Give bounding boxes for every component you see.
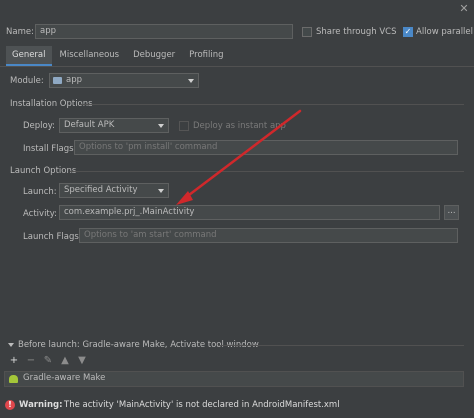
edit-task-button[interactable]: ✎ <box>42 355 54 367</box>
remove-task-button[interactable]: − <box>25 355 37 367</box>
before-launch-toolbar: + − ✎ ▲ ▼ <box>8 355 88 367</box>
collapse-arrow-icon[interactable] <box>8 343 14 347</box>
move-up-button[interactable]: ▲ <box>59 355 71 367</box>
add-task-button[interactable]: + <box>8 355 20 367</box>
error-icon: ! <box>5 400 15 410</box>
before-launch-separator <box>218 345 464 346</box>
before-launch-list: Gradle-aware Make <box>4 371 464 387</box>
warning-message: The activity 'MainActivity' is not decla… <box>64 400 340 410</box>
warning-prefix: Warning: <box>19 400 63 410</box>
move-down-button[interactable]: ▼ <box>76 355 88 367</box>
warning-bar: ! Warning: The activity 'MainActivity' i… <box>0 397 474 414</box>
android-icon <box>9 375 18 383</box>
list-item[interactable]: Gradle-aware Make <box>23 373 105 383</box>
